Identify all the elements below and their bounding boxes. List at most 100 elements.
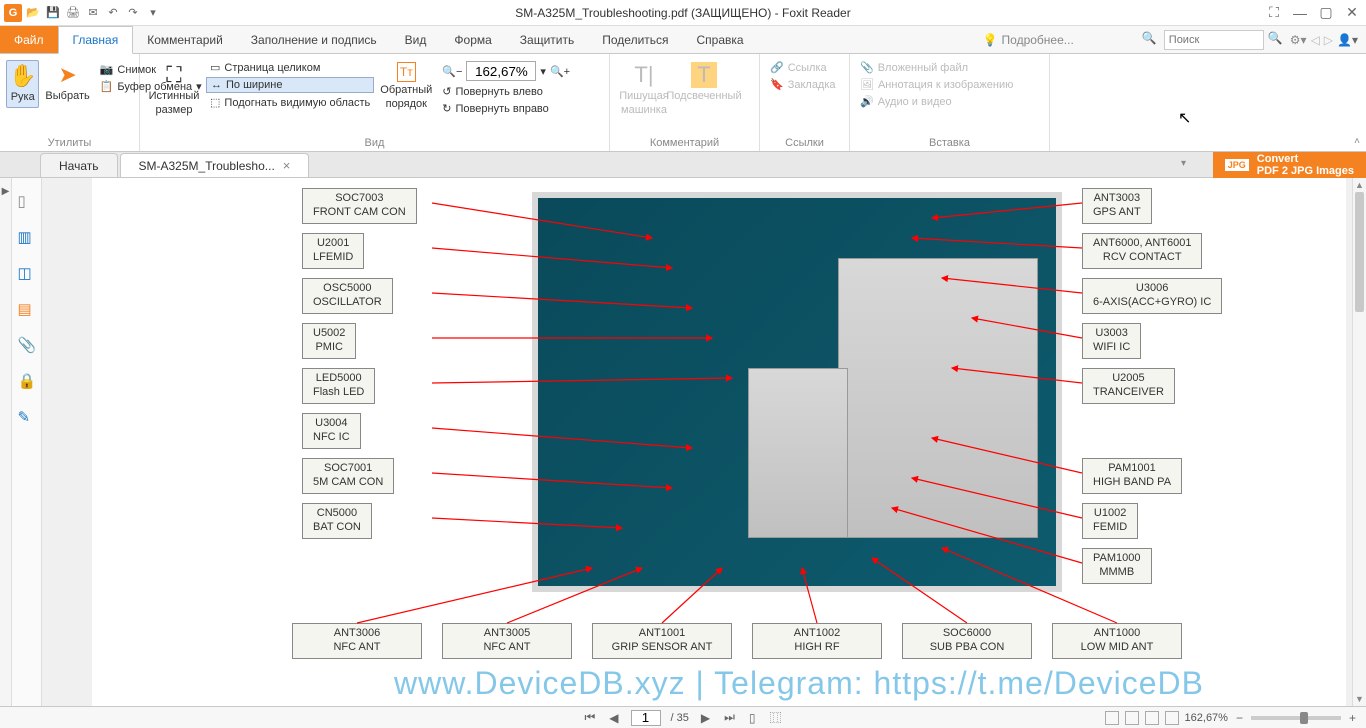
hand-tool-button[interactable]: ✋ Рука <box>6 60 39 108</box>
maximize-icon[interactable]: ▢ <box>1316 3 1336 23</box>
label-u2005: U2005TRANCEIVER <box>1082 368 1175 404</box>
attachments-panel-icon[interactable]: 📎 <box>18 336 36 354</box>
convert-banner[interactable]: JPG Convert PDF 2 JPG Images <box>1213 152 1366 178</box>
titlebar: G 📂 💾 🖨 ✉ ↶ ↷ ▾ SM-A325M_Troubleshooting… <box>0 0 1366 26</box>
bookmark-button[interactable]: 🔖Закладка <box>766 77 840 92</box>
audio-video-button[interactable]: 🔊Аудио и видео <box>856 94 1017 109</box>
search-doc-icon[interactable]: 🔍 <box>1142 31 1160 49</box>
layers-panel-icon[interactable]: ◫ <box>18 264 36 282</box>
page-number-input[interactable] <box>631 710 661 726</box>
view-mode-1-icon[interactable] <box>1105 711 1119 725</box>
fit-visible-button[interactable]: ⬚Подогнать видимую область <box>206 95 374 110</box>
clipboard-icon: 📋 <box>100 80 114 93</box>
minimize-icon[interactable]: ― <box>1290 3 1310 23</box>
image-icon: 🖼 <box>860 78 874 91</box>
attachment-icon: 📎 <box>860 61 874 74</box>
label-ant1000: ANT1000LOW MID ANT <box>1052 623 1182 659</box>
view-mode-2-icon[interactable] <box>1125 711 1139 725</box>
open-icon[interactable]: 📂 <box>24 4 42 22</box>
file-tab[interactable]: Файл <box>0 26 58 53</box>
rotate-left-button[interactable]: ↺Повернуть влево <box>438 84 574 99</box>
zoom-input[interactable] <box>466 61 536 81</box>
first-page-button[interactable]: ⏮ <box>582 710 597 725</box>
full-page-button[interactable]: ▭Страница целиком <box>206 60 374 75</box>
single-page-icon[interactable]: ▯ <box>747 711 758 725</box>
tab-protect[interactable]: Защитить <box>506 26 588 53</box>
pages-panel-icon[interactable]: ▯ <box>18 192 36 210</box>
save-icon[interactable]: 💾 <box>44 4 62 22</box>
image-annot-button[interactable]: 🖼Аннотация к изображению <box>856 77 1017 92</box>
next-page-button[interactable]: ▶ <box>699 711 712 725</box>
audio-icon: 🔊 <box>860 95 874 108</box>
search-input[interactable] <box>1164 30 1264 50</box>
group-label-links: Ссылки <box>760 137 849 149</box>
zoom-dropdown-icon[interactable]: ▾ <box>540 65 546 78</box>
scrollbar-thumb[interactable] <box>1355 192 1364 312</box>
settings-dropdown-icon[interactable]: ⚙▾ <box>1290 33 1307 47</box>
rotate-right-icon: ↻ <box>442 102 451 115</box>
label-ant3003: ANT3003GPS ANT <box>1082 188 1152 224</box>
tab-document[interactable]: SM-A325M_Troublesho... × <box>120 153 310 177</box>
last-page-button[interactable]: ⏭ <box>722 710 737 725</box>
user-icon[interactable]: 👤▾ <box>1337 33 1358 47</box>
comments-panel-icon[interactable]: ▤ <box>18 300 36 318</box>
group-label-insert: Вставка <box>850 137 1049 149</box>
print-icon[interactable]: 🖨 <box>64 4 82 22</box>
vertical-scrollbar[interactable] <box>1352 178 1366 706</box>
zoom-out-status-icon[interactable]: − <box>1234 711 1245 725</box>
bookmark-icon: 🔖 <box>770 78 784 91</box>
nav-back-icon[interactable]: ◁ <box>1311 33 1320 47</box>
zoom-slider[interactable] <box>1251 716 1341 720</box>
tab-fill-sign[interactable]: Заполнение и подпись <box>237 26 391 53</box>
tab-comment[interactable]: Комментарий <box>133 26 237 53</box>
tab-close-icon[interactable]: × <box>283 158 291 173</box>
undo-icon[interactable]: ↶ <box>104 4 122 22</box>
ribbon-collapse-icon[interactable]: ˄ <box>1354 136 1360 147</box>
tab-start[interactable]: Начать <box>40 153 118 177</box>
typewriter-button[interactable]: T| Пишущая машинка <box>616 60 672 119</box>
close-icon[interactable]: ✕ <box>1342 3 1362 23</box>
sidebar-toggle[interactable]: ▶ <box>0 178 12 706</box>
rotate-right-button[interactable]: ↻Повернуть вправо <box>438 101 574 116</box>
label-osc5000: OSC5000OSCILLATOR <box>302 278 393 314</box>
highlight-button[interactable]: T Подсвеченный <box>676 60 732 106</box>
pcb-diagram: SOC7003FRONT CAM CON U2001LFEMID OSC5000… <box>292 178 1306 706</box>
qat-dropdown-icon[interactable]: ▾ <box>144 4 162 22</box>
label-soc7001: SOC70015M CAM CON <box>302 458 394 494</box>
learn-more-link[interactable]: Подробнее... <box>1002 33 1074 47</box>
document-viewport[interactable]: SOC7003FRONT CAM CON U2001LFEMID OSC5000… <box>42 178 1366 706</box>
zoom-in-status-icon[interactable]: + <box>1347 711 1358 725</box>
label-ant1002: ANT1002HIGH RF <box>752 623 882 659</box>
zoom-in-icon[interactable]: 🔍+ <box>550 65 570 78</box>
nav-fwd-icon[interactable]: ▷ <box>1324 33 1333 47</box>
prev-page-button[interactable]: ◀ <box>607 711 620 725</box>
security-panel-icon[interactable]: 🔒 <box>18 372 36 390</box>
link-button[interactable]: 🔗Ссылка <box>766 60 840 75</box>
view-mode-3-icon[interactable] <box>1145 711 1159 725</box>
view-mode-4-icon[interactable] <box>1165 711 1179 725</box>
search-go-icon[interactable]: 🔍 <box>1268 31 1286 49</box>
zoom-out-icon[interactable]: 🔍− <box>442 65 462 78</box>
fit-visible-icon: ⬚ <box>210 96 220 109</box>
tab-view[interactable]: Вид <box>391 26 441 53</box>
actual-size-icon: ⛶ <box>166 62 181 88</box>
reflow-button[interactable]: Tт Обратный порядок <box>378 60 434 113</box>
continuous-page-icon[interactable]: ⿲ <box>768 709 784 726</box>
ribbon-options-icon[interactable]: ⛶ <box>1264 3 1284 23</box>
redo-icon[interactable]: ↷ <box>124 4 142 22</box>
email-icon[interactable]: ✉ <box>84 4 102 22</box>
bookmarks-panel-icon[interactable]: ▥ <box>18 228 36 246</box>
tab-home[interactable]: Главная <box>58 26 134 54</box>
label-u3006: U30066-AXIS(ACC+GYRO) IC <box>1082 278 1222 314</box>
tab-form[interactable]: Форма <box>440 26 505 53</box>
tab-share[interactable]: Поделиться <box>588 26 682 53</box>
actual-size-button[interactable]: ⛶ Истинный размер <box>146 60 202 119</box>
attachment-button[interactable]: 📎Вложенный файл <box>856 60 1017 75</box>
actual-size-label: Истинный размер <box>148 90 200 116</box>
learn-more-icon[interactable]: 💡 <box>983 33 998 47</box>
signatures-panel-icon[interactable]: ✎ <box>18 408 36 426</box>
tabs-dropdown-icon[interactable]: ▾ <box>1181 158 1186 169</box>
select-tool-button[interactable]: ➤ Выбрать <box>43 60 91 106</box>
fit-width-button[interactable]: ↔По ширине <box>206 77 374 93</box>
tab-help[interactable]: Справка <box>683 26 758 53</box>
